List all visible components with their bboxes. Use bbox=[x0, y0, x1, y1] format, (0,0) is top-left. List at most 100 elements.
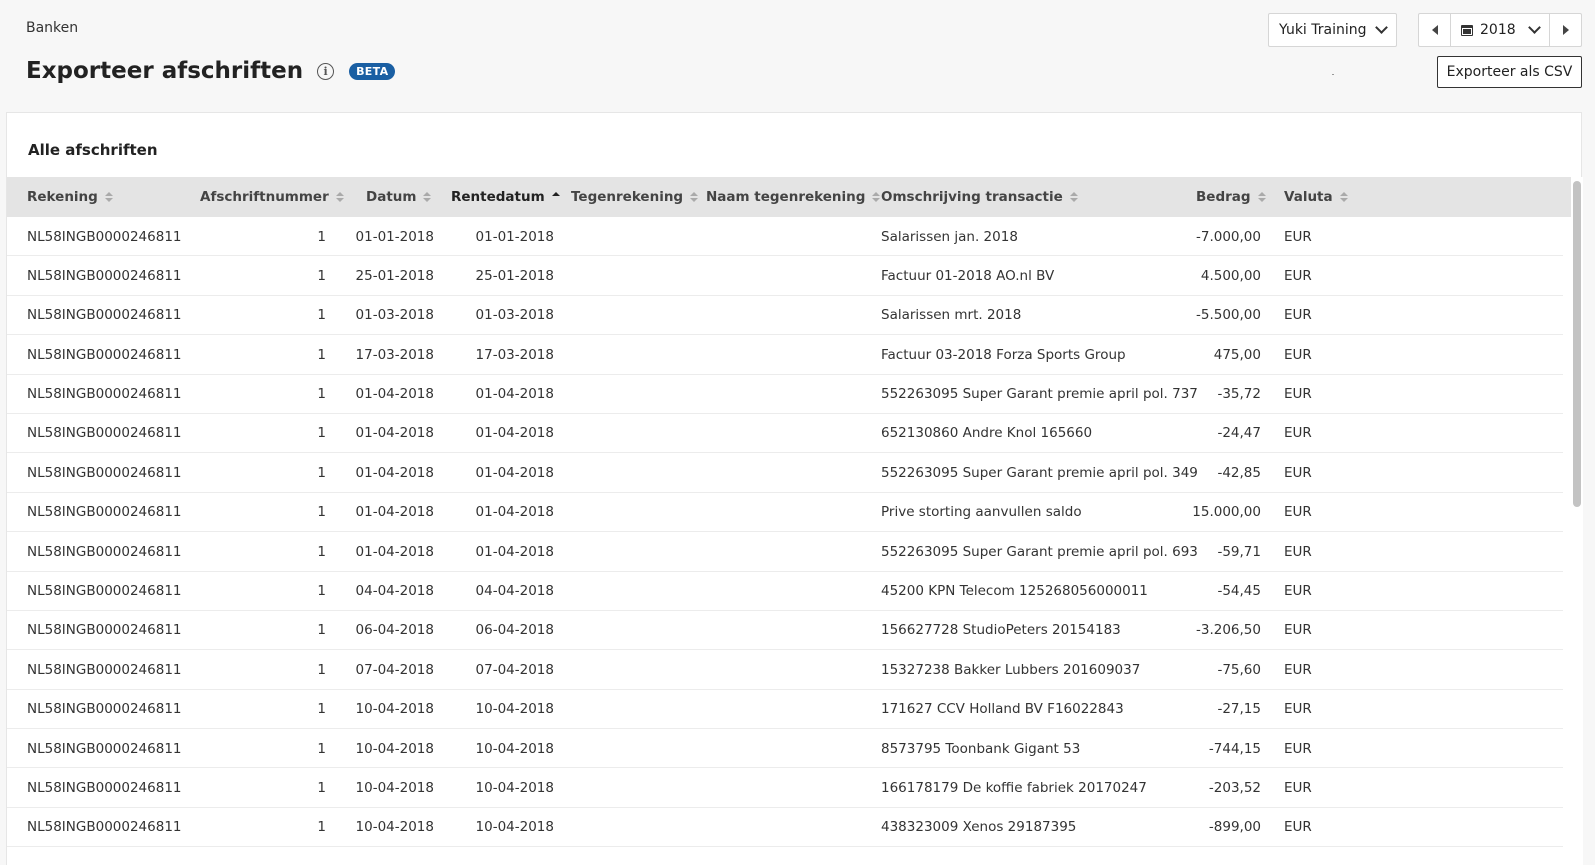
cell-omschrijving: 552263095 Super Garant premie april pol.… bbox=[881, 386, 1198, 403]
cell-rekening: NL58INGB0000246811 bbox=[27, 701, 182, 718]
column-header-afschriftnummer[interactable]: Afschriftnummer bbox=[200, 177, 344, 217]
cell-afschriftnummer: 1 bbox=[317, 819, 326, 836]
cell-naam-tegenrekening bbox=[706, 493, 876, 532]
cell-datum: 07-04-2018 bbox=[355, 661, 434, 678]
table-row[interactable]: NL58INGB0000246811 1 10-04-2018 10-04-2018 4… bbox=[7, 808, 1563, 848]
column-header-tegenrekening[interactable]: Tegenrekening bbox=[571, 177, 699, 217]
column-header-omschrijving[interactable]: Omschrijving transactie bbox=[881, 177, 1078, 217]
cell-tegenrekening bbox=[571, 808, 701, 847]
cell-rekening: NL58INGB0000246811 bbox=[27, 425, 182, 442]
cell-tegenrekening bbox=[571, 572, 701, 611]
cell-afschriftnummer: 1 bbox=[317, 346, 326, 363]
column-header-rentedatum[interactable]: Rentedatum bbox=[451, 177, 560, 217]
cell-rekening: NL58INGB0000246811 bbox=[27, 622, 182, 639]
cell-bedrag: 15.000,00 bbox=[1192, 504, 1261, 521]
table-row[interactable]: NL58INGB0000246811 1 01-01-2018 01-01-2018 S… bbox=[7, 217, 1563, 257]
cell-rentedatum: 01-01-2018 bbox=[475, 228, 554, 245]
cell-rentedatum: 10-04-2018 bbox=[475, 779, 554, 796]
cell-datum: 10-04-2018 bbox=[355, 701, 434, 718]
cell-valuta: EUR bbox=[1284, 228, 1312, 245]
chevron-down-icon bbox=[1375, 21, 1388, 34]
cell-rentedatum: 10-04-2018 bbox=[475, 819, 554, 836]
cell-omschrijving: 45200 KPN Telecom 125268056000011 bbox=[881, 583, 1148, 600]
table-row[interactable]: NL58INGB0000246811 1 06-04-2018 06-04-2018 1… bbox=[7, 611, 1563, 651]
cell-afschriftnummer: 1 bbox=[317, 583, 326, 600]
info-icon[interactable]: i bbox=[317, 62, 335, 80]
cell-datum: 01-04-2018 bbox=[355, 543, 434, 560]
cell-naam-tegenrekening bbox=[706, 217, 876, 256]
cell-bedrag: -744,15 bbox=[1208, 740, 1261, 757]
previous-year-button[interactable] bbox=[1419, 14, 1451, 46]
cell-datum: 06-04-2018 bbox=[355, 622, 434, 639]
cell-datum: 10-04-2018 bbox=[355, 779, 434, 796]
cell-naam-tegenrekening bbox=[706, 375, 876, 414]
cell-rentedatum: 10-04-2018 bbox=[475, 740, 554, 757]
cell-naam-tegenrekening bbox=[706, 256, 876, 295]
cell-tegenrekening bbox=[571, 729, 701, 768]
cell-rentedatum: 04-04-2018 bbox=[475, 583, 554, 600]
cell-tegenrekening bbox=[571, 217, 701, 256]
column-header-rekening[interactable]: Rekening bbox=[27, 177, 113, 217]
cell-omschrijving: 171627 CCV Holland BV F16022843 bbox=[881, 701, 1124, 718]
cell-valuta: EUR bbox=[1284, 583, 1312, 600]
cell-valuta: EUR bbox=[1284, 779, 1312, 796]
scrollbar-thumb[interactable] bbox=[1573, 181, 1581, 507]
year-selector: 2018 bbox=[1418, 13, 1582, 47]
cell-bedrag: -203,52 bbox=[1208, 779, 1261, 796]
cell-datum: 01-04-2018 bbox=[355, 425, 434, 442]
export-csv-button[interactable]: Exporteer als CSV bbox=[1437, 56, 1582, 88]
column-header-valuta[interactable]: Valuta bbox=[1284, 177, 1348, 217]
table-row[interactable]: NL58INGB0000246811 1 07-04-2018 07-04-2018 1… bbox=[7, 650, 1563, 690]
cell-afschriftnummer: 1 bbox=[317, 661, 326, 678]
table-row[interactable]: NL58INGB0000246811 1 10-04-2018 10-04-2018 8… bbox=[7, 729, 1563, 769]
cell-tegenrekening bbox=[571, 453, 701, 492]
cell-rekening: NL58INGB0000246811 bbox=[27, 740, 182, 757]
column-header-datum[interactable]: Datum bbox=[366, 177, 432, 217]
cell-rentedatum: 01-04-2018 bbox=[475, 425, 554, 442]
table-row[interactable]: NL58INGB0000246811 1 01-04-2018 01-04-2018 5… bbox=[7, 375, 1563, 414]
cell-naam-tegenrekening bbox=[706, 453, 876, 492]
cell-valuta: EUR bbox=[1284, 819, 1312, 836]
cell-afschriftnummer: 1 bbox=[317, 543, 326, 560]
table-row[interactable]: NL58INGB0000246811 1 04-04-2018 04-04-2018 4… bbox=[7, 572, 1563, 611]
breadcrumb[interactable]: Banken bbox=[26, 20, 78, 36]
table-row[interactable]: NL58INGB0000246811 1 10-04-2018 10-04-2018 1… bbox=[7, 690, 1563, 730]
cell-rekening: NL58INGB0000246811 bbox=[27, 464, 182, 481]
cell-tegenrekening bbox=[571, 650, 701, 689]
table-row[interactable]: NL58INGB0000246811 1 10-04-2018 10-04-2018 1… bbox=[7, 768, 1563, 808]
beta-badge: BETA bbox=[349, 62, 396, 80]
cell-bedrag: -27,15 bbox=[1217, 701, 1261, 718]
cell-omschrijving: 156627728 StudioPeters 20154183 bbox=[881, 622, 1121, 639]
cell-omschrijving: Factuur 01-2018 AO.nl BV bbox=[881, 267, 1055, 284]
cell-tegenrekening bbox=[571, 256, 701, 295]
next-year-button[interactable] bbox=[1549, 14, 1581, 46]
cell-valuta: EUR bbox=[1284, 267, 1312, 284]
cell-rekening: NL58INGB0000246811 bbox=[27, 583, 182, 600]
company-select[interactable]: Yuki Training bbox=[1268, 13, 1397, 47]
cell-omschrijving: 438323009 Xenos 29187395 bbox=[881, 819, 1077, 836]
cell-valuta: EUR bbox=[1284, 386, 1312, 403]
year-select[interactable]: 2018 bbox=[1451, 14, 1549, 46]
statements-card: Alle afschriften Rekening Afschriftnumme… bbox=[6, 112, 1583, 865]
cell-rekening: NL58INGB0000246811 bbox=[27, 819, 182, 836]
cell-rekening: NL58INGB0000246811 bbox=[27, 228, 182, 245]
table-row[interactable]: NL58INGB0000246811 1 01-04-2018 01-04-2018 6… bbox=[7, 414, 1563, 454]
table-row[interactable]: NL58INGB0000246811 1 01-04-2018 01-04-2018 5… bbox=[7, 453, 1563, 493]
table-body: NL58INGB0000246811 1 01-01-2018 01-01-2018 S… bbox=[7, 217, 1563, 848]
cell-datum: 01-04-2018 bbox=[355, 386, 434, 403]
cell-rentedatum: 25-01-2018 bbox=[475, 267, 554, 284]
table-row[interactable]: NL58INGB0000246811 1 25-01-2018 25-01-2018 F… bbox=[7, 256, 1563, 296]
page: Banken Exporteer afschriften i BETA Yuki… bbox=[0, 0, 1595, 865]
cell-naam-tegenrekening bbox=[706, 296, 876, 335]
table-row[interactable]: NL58INGB0000246811 1 01-03-2018 01-03-2018 S… bbox=[7, 296, 1563, 336]
table-row[interactable]: NL58INGB0000246811 1 01-04-2018 01-04-2018 5… bbox=[7, 532, 1563, 572]
cell-bedrag: 4.500,00 bbox=[1200, 267, 1261, 284]
cell-naam-tegenrekening bbox=[706, 532, 876, 571]
table-row[interactable]: NL58INGB0000246811 1 01-04-2018 01-04-2018 P… bbox=[7, 493, 1563, 533]
column-header-bedrag[interactable]: Bedrag bbox=[1196, 177, 1266, 217]
column-header-naam-tegenrekening[interactable]: Naam tegenrekening bbox=[706, 177, 881, 217]
cell-omschrijving: Factuur 03-2018 Forza Sports Group bbox=[881, 346, 1126, 363]
card-title: Alle afschriften bbox=[28, 141, 158, 159]
table-row[interactable]: NL58INGB0000246811 1 17-03-2018 17-03-2018 F… bbox=[7, 335, 1563, 375]
cell-datum: 10-04-2018 bbox=[355, 819, 434, 836]
